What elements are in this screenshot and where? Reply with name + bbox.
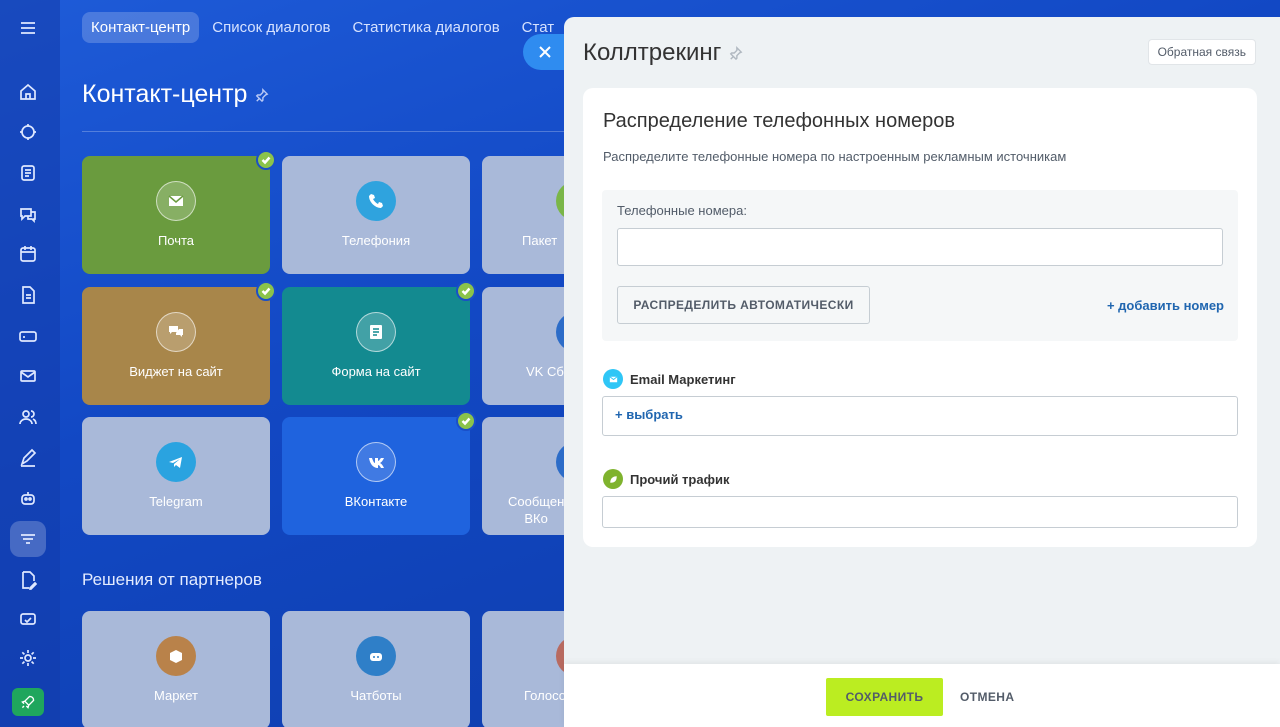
- cancel-button[interactable]: ОТМЕНА: [950, 678, 1024, 716]
- top-tabs: Контакт-центр Список диалогов Статистика…: [82, 12, 563, 43]
- close-slider-button[interactable]: [523, 34, 567, 70]
- tile-telegram[interactable]: Telegram: [82, 417, 270, 535]
- home-icon[interactable]: [10, 74, 46, 110]
- chat-icon: [156, 312, 196, 352]
- email-marketing-select[interactable]: + выбрать: [602, 396, 1238, 436]
- monitor-icon[interactable]: [10, 602, 46, 638]
- chat-icon[interactable]: [10, 196, 46, 232]
- sign-icon[interactable]: [10, 440, 46, 476]
- phone-distribution-card: Распределение телефонных номеров Распред…: [583, 88, 1257, 547]
- form-icon: [356, 312, 396, 352]
- tile-label: Телефония: [341, 233, 411, 248]
- tile-market[interactable]: Маркет: [82, 611, 270, 727]
- calendar-icon[interactable]: [10, 236, 46, 272]
- tile-label: Почта: [157, 233, 195, 248]
- settings-icon[interactable]: [10, 640, 46, 676]
- tile-label: Пакет: [522, 233, 558, 248]
- card-subtitle: Распределите телефонные номера по настро…: [603, 149, 1067, 164]
- tile-label: Виджет на сайт: [129, 364, 223, 379]
- save-button[interactable]: СОХРАНИТЬ: [826, 678, 943, 716]
- check-icon: [456, 281, 476, 301]
- page-title: Контакт-центр: [82, 80, 269, 109]
- email-marketing-icon: [603, 369, 623, 389]
- slider-title: Коллтрекинг: [583, 39, 743, 67]
- document-icon[interactable]: [10, 277, 46, 313]
- source-name: Прочий трафик: [630, 471, 730, 487]
- distribute-auto-button[interactable]: РАСПРЕДЕЛИТЬ АВТОМАТИЧЕСКИ: [617, 286, 870, 324]
- edit-doc-icon[interactable]: [10, 562, 46, 598]
- calltracking-slider: Коллтрекинг Обратная связь Распределение…: [564, 17, 1280, 727]
- source-email-marketing: Email Маркетинг: [603, 369, 736, 389]
- tile-vkontakte[interactable]: ВКонтакте: [282, 411, 476, 535]
- users-icon[interactable]: [10, 399, 46, 435]
- leaf-icon: [603, 469, 623, 489]
- check-icon: [256, 150, 276, 170]
- slider-title-text: Коллтрекинг: [583, 39, 722, 66]
- pin-icon[interactable]: [255, 87, 269, 102]
- select-link[interactable]: + выбрать: [615, 407, 683, 422]
- tile-telephony[interactable]: Телефония: [282, 156, 470, 274]
- activity-icon[interactable]: [10, 114, 46, 150]
- page-title-text: Контакт-центр: [82, 80, 248, 108]
- tab-dialog-stats[interactable]: Статистика диалогов: [344, 12, 509, 43]
- tile-vk-sb[interactable]: VK Сб: [482, 287, 596, 405]
- robot-icon[interactable]: [10, 480, 46, 516]
- tile-label: Telegram: [149, 494, 203, 509]
- feedback-button[interactable]: Обратная связь: [1147, 39, 1256, 65]
- phone-icon: [356, 181, 396, 221]
- left-rail: [0, 0, 60, 727]
- add-number-link[interactable]: + добавить номер: [1107, 298, 1224, 313]
- check-icon: [456, 411, 476, 431]
- bot-icon: [356, 636, 396, 676]
- pin-icon[interactable]: [729, 46, 743, 60]
- tile-voice[interactable]: Голосо: [482, 611, 596, 727]
- mail-icon[interactable]: [10, 358, 46, 394]
- phone-numbers-label: Телефонные номера:: [617, 203, 747, 218]
- vk-icon: [356, 442, 396, 482]
- close-icon: [539, 46, 551, 58]
- tile-site-widget[interactable]: Виджет на сайт: [82, 281, 276, 405]
- rocket-icon[interactable]: [12, 688, 44, 716]
- tile-label: Сообщен ВКо: [508, 494, 565, 526]
- phone-numbers-input[interactable]: [617, 228, 1223, 266]
- menu-icon[interactable]: [10, 10, 46, 46]
- slider-footer: СОХРАНИТЬ ОТМЕНА: [564, 664, 1280, 727]
- tile-package[interactable]: Пакет: [482, 156, 596, 274]
- tile-vk-messages[interactable]: Сообщен ВКо: [482, 417, 596, 535]
- tile-site-form[interactable]: Форма на сайт: [282, 281, 476, 405]
- card-title: Распределение телефонных номеров: [603, 110, 955, 132]
- tasks-icon[interactable]: [10, 155, 46, 191]
- tile-label: Чатботы: [350, 688, 402, 703]
- tile-chatbots[interactable]: Чатботы: [282, 611, 470, 727]
- phone-numbers-box: Телефонные номера: РАСПРЕДЕЛИТЬ АВТОМАТИ…: [602, 190, 1238, 341]
- tile-label: ВКонтакте: [344, 494, 408, 509]
- tile-label: Голосо: [524, 688, 566, 703]
- source-name: Email Маркетинг: [630, 371, 736, 387]
- telegram-icon: [156, 442, 196, 482]
- tile-mail[interactable]: Почта: [82, 150, 276, 274]
- tile-label: Форма на сайт: [331, 364, 421, 379]
- contact-center-icon[interactable]: [10, 521, 46, 557]
- tile-label: Маркет: [153, 688, 199, 703]
- check-icon: [256, 281, 276, 301]
- mail-icon: [156, 181, 196, 221]
- tab-contact-center[interactable]: Контакт-центр: [82, 12, 200, 43]
- tab-dialog-list[interactable]: Список диалогов: [203, 12, 339, 43]
- title-divider: [82, 131, 572, 132]
- tile-label: VK Сб: [526, 364, 564, 379]
- partners-section-title: Решения от партнеров: [82, 570, 262, 589]
- source-other-traffic: Прочий трафик: [603, 469, 729, 489]
- market-icon: [156, 636, 196, 676]
- drive-icon[interactable]: [10, 318, 46, 354]
- other-traffic-input[interactable]: [602, 496, 1238, 528]
